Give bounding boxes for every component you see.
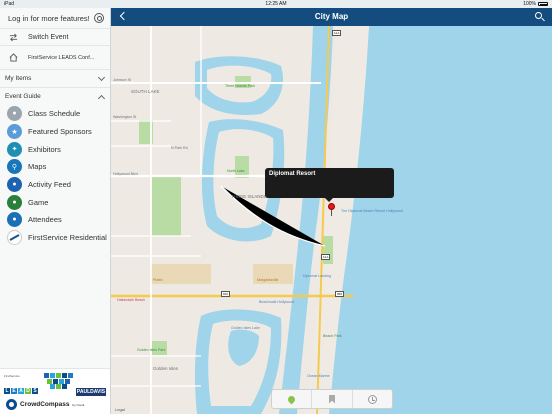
map-label: THREE ISLANDS [231,194,267,199]
nav-item-class-schedule[interactable]: ● Class Schedule [0,105,110,123]
reminder-button[interactable] [353,390,392,408]
activity-feed-icon: ● [7,177,22,193]
route-shield: A1A [332,30,341,36]
maps-icon: ⚲ [7,159,22,175]
nav-item-label: Attendees [28,215,62,225]
map-toolbar [271,389,393,409]
nav-item-activity-feed[interactable]: ● Activity Feed [0,176,110,194]
status-bar: iPad 12:25 AM 100% [0,0,552,8]
leads-letter: S [32,388,38,394]
chevron-up-icon [97,94,106,102]
login-row[interactable]: Log in for more features! [0,8,110,28]
location-callout[interactable]: Diplomat Resort [265,168,394,202]
nav-item-label: Maps [28,162,47,172]
nav-item-attendees[interactable]: ● Attendees [0,211,110,229]
map-pin-icon[interactable] [328,203,335,210]
map-label: Washington St [113,115,137,119]
leads-letter: E [11,388,17,394]
sponsor-footer: FirstService LEADS PAULDAVIS CrowdCompas… [0,368,110,414]
map-label: Hollywood Blvd [113,172,138,176]
nav-item-exhibitors[interactable]: ✦ Exhibitors [0,140,110,158]
featured-sponsors-icon: ★ [7,124,22,140]
crowdcompass-icon [6,399,17,410]
chevron-down-icon [97,73,106,81]
pin-stick [331,209,332,216]
nav-item-label: Activity Feed [28,180,71,190]
battery-icon [538,2,548,6]
map-label: Diplomat Landing [303,274,331,278]
map-label: Golden Isles Lake [231,326,260,330]
nav-item-label: Game [28,197,49,207]
game-icon: ● [7,194,22,210]
map-label: Ocean Marine [307,374,330,378]
map-label: Johnson St [113,78,131,82]
crowdcompass-logo: CrowdCompass by Cvent [6,399,84,410]
alarm-clock-icon [367,394,377,404]
footer-tagline: FirstService [4,374,20,378]
firstservice-residential-icon [7,230,22,246]
event-guide-label: Event Guide [5,93,41,100]
callout-title: Diplomat Resort [269,171,316,177]
map-label: N Park Rd [171,146,188,150]
paul-davis-logo: PAULDAVIS [76,388,106,396]
nav-item-maps[interactable]: ⚲ Maps [0,158,110,176]
route-shield: A1A [321,254,330,260]
my-items-label: My Items [5,75,32,82]
swap-arrows-icon [9,33,18,41]
crowdcompass-label: CrowdCompass [20,401,70,408]
route-shield: 858 [335,291,344,297]
city-map[interactable]: A1A A1A 820 858 SOUTH LAKE Three Islands… [111,26,552,414]
top-bar: City Map [111,8,552,26]
map-label: SOUTH LAKE [131,89,160,94]
location-pin-icon [286,394,297,404]
home-icon [9,53,18,62]
map-label: Three Islands Park [225,84,256,88]
battery-percent: 100% [523,1,536,7]
switch-event-button[interactable]: Switch Event [0,28,110,45]
exhibitors-icon: ✦ [7,141,22,157]
bookmark-icon [328,394,335,404]
location-button[interactable] [272,390,313,408]
class-schedule-icon: ● [7,106,22,122]
leads-letter: L [4,388,10,394]
nav-item-label: Exhibitors [28,144,61,154]
leads-letter: A [18,388,24,394]
nav-item-label: Class Schedule [28,109,81,119]
legal-link[interactable]: Legal [115,407,125,412]
search-icon[interactable] [535,12,542,19]
map-label: Hallandale Beach [117,298,146,302]
map-label: Beachwalk Hollywood [259,300,294,304]
map-label: The Diplomat Beach Resort Hollywood [341,209,403,213]
map-label: Golden Isles Park [137,348,166,352]
map-label: Margaritaville [257,278,279,282]
sidebar: Log in for more features! Switch Event F… [0,8,111,414]
status-time: 12:25 AM [265,1,287,7]
nav-item-game[interactable]: ● Game [0,193,110,211]
bookmark-button[interactable] [312,390,353,408]
nav-item-label: Featured Sponsors [28,127,92,137]
map-canvas [111,26,369,414]
nav-item-firstservice-residential[interactable]: FirstService Residential [0,229,110,247]
event-name: FirstService LEADS Conf... [28,54,95,61]
map-label: Beach Park [323,334,342,338]
sponsor-mosaic-logo [44,373,74,389]
route-shield: 820 [221,291,230,297]
battery-indicator: 100% [523,1,548,7]
gear-icon[interactable] [94,13,104,23]
switch-event-label: Switch Event [28,33,69,41]
map-label: Publix [153,278,163,282]
my-items-section[interactable]: My Items [0,69,110,87]
leads-letter: D [25,388,31,394]
page-title: City Map [314,12,349,21]
crowdcompass-by: by Cvent [72,402,85,407]
nav-item-featured-sponsors[interactable]: ★ Featured Sponsors [0,123,110,141]
leads-logo: LEADS [4,379,40,394]
nav-item-label: FirstService Residential [28,233,107,243]
event-guide-section[interactable]: Event Guide [0,87,110,105]
login-prompt[interactable]: Log in for more features! [8,14,90,23]
event-home-button[interactable]: FirstService LEADS Conf... [0,45,110,69]
map-label: Golden Isles [153,366,179,371]
attendees-icon: ● [7,212,22,228]
map-label: North Lake [227,169,245,173]
